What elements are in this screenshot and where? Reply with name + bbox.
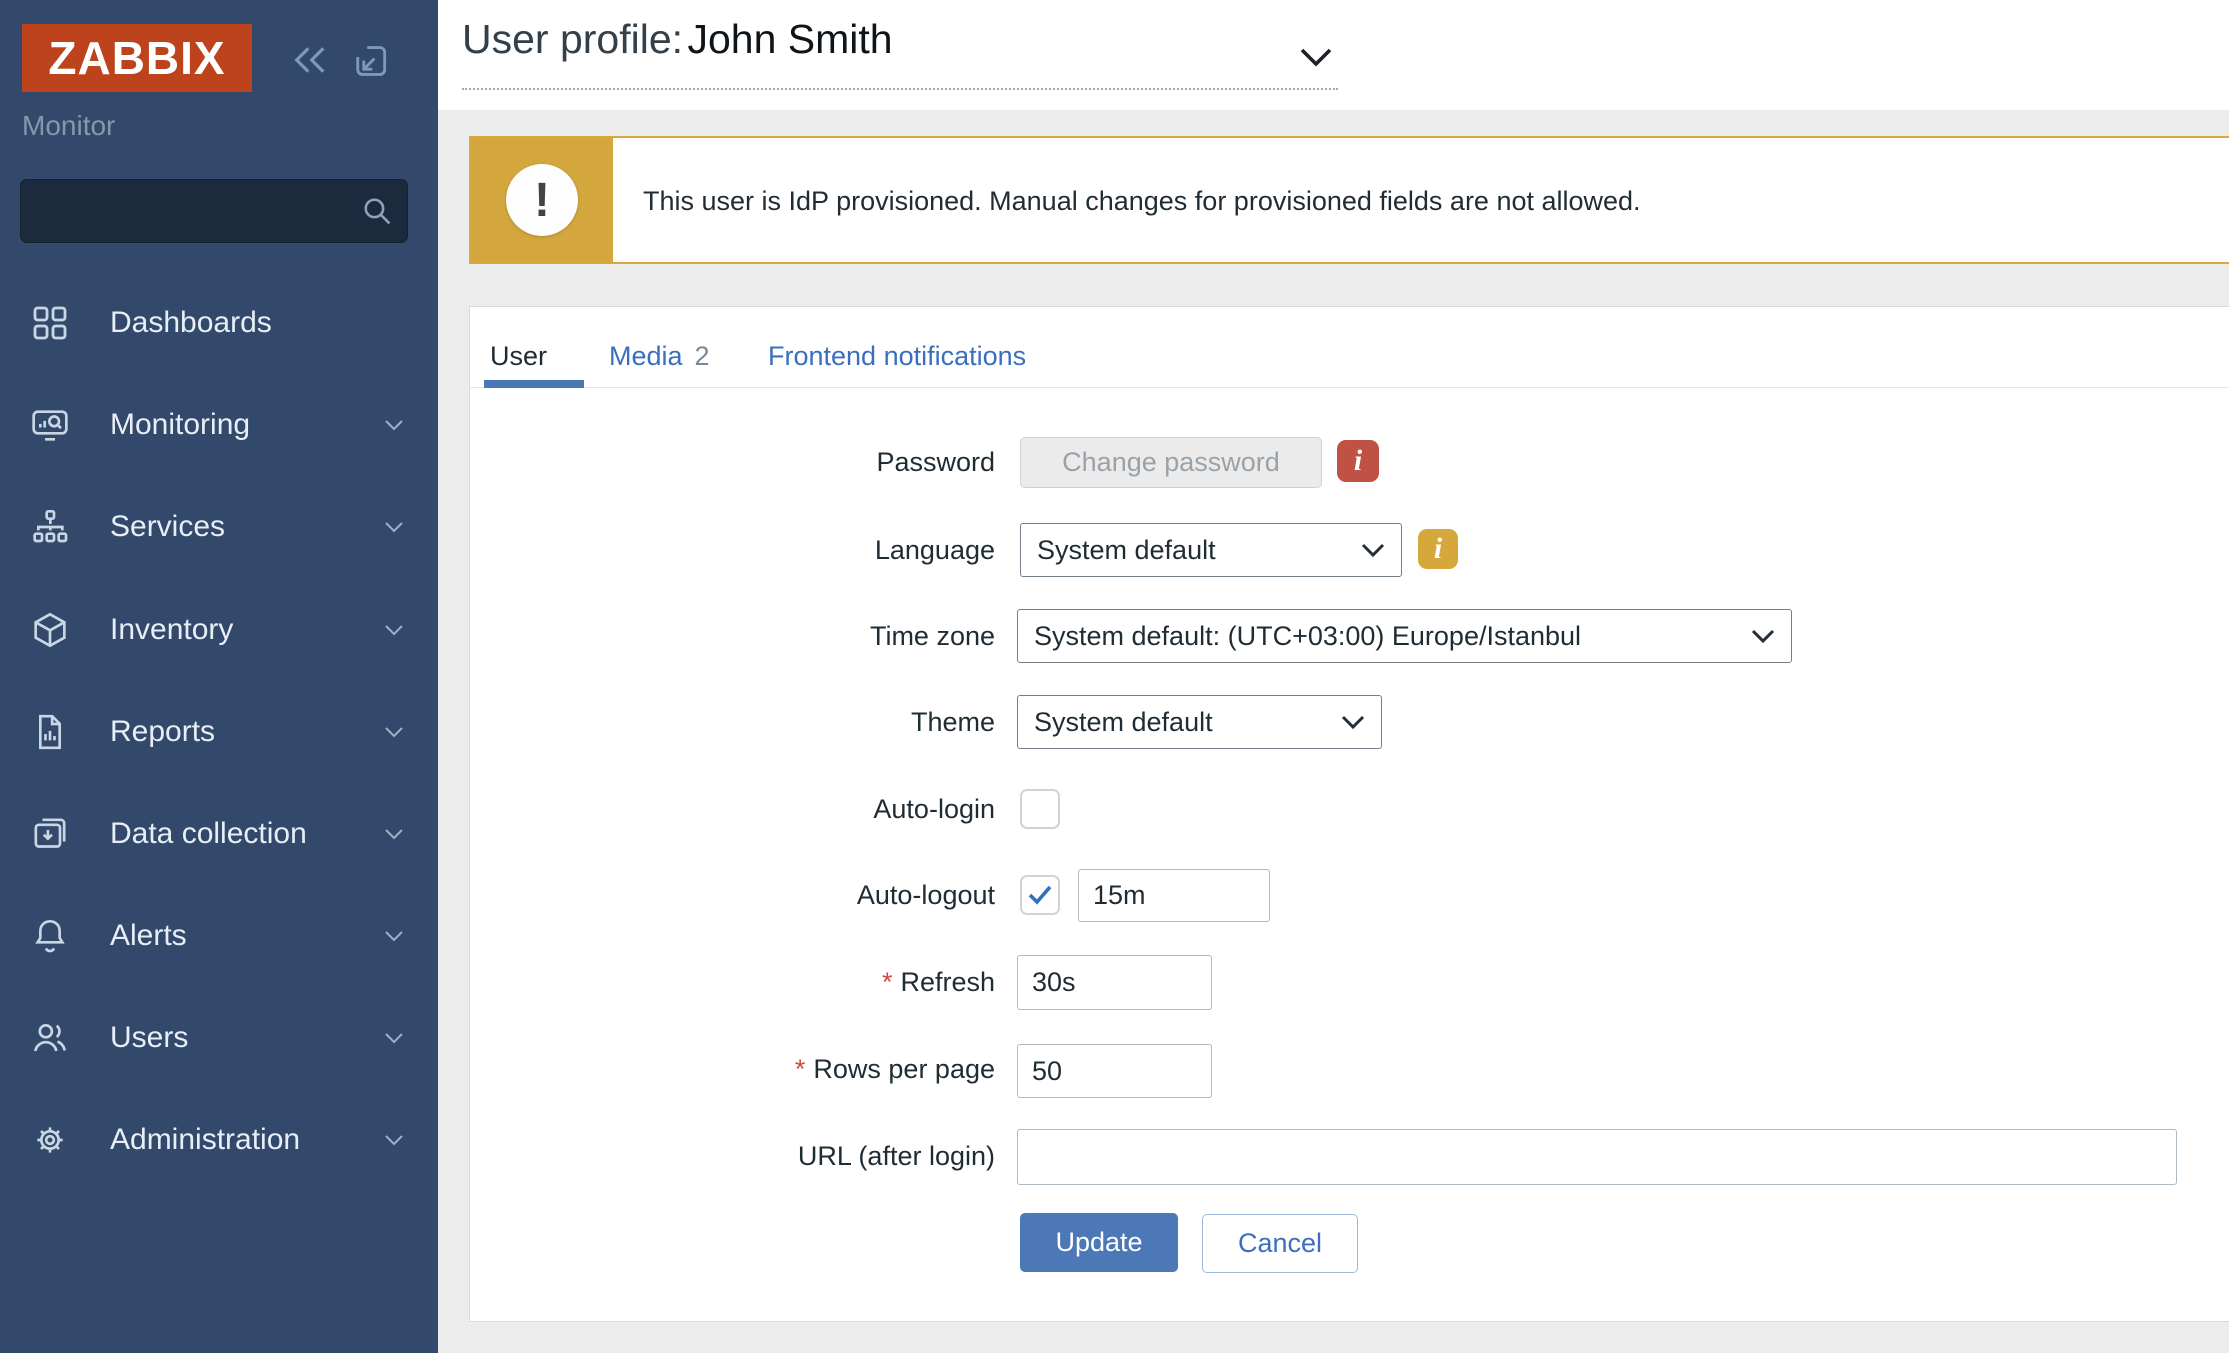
refresh-input[interactable] bbox=[1017, 955, 1212, 1010]
warning-icon: ! bbox=[506, 164, 578, 236]
sidebar-item-label: Monitoring bbox=[110, 408, 250, 442]
autologout-input[interactable] bbox=[1078, 869, 1270, 922]
dashboards-icon bbox=[28, 301, 72, 345]
password-restricted-info-icon[interactable]: i bbox=[1337, 440, 1379, 482]
sidebar-item-alerts[interactable]: Alerts bbox=[0, 900, 438, 972]
url-after-login-label: URL (after login) bbox=[495, 1136, 995, 1176]
search-icon bbox=[359, 193, 395, 229]
sidebar-item-label: Data collection bbox=[110, 817, 307, 851]
chevron-down-icon bbox=[1341, 714, 1365, 730]
page-title-name: John Smith bbox=[687, 16, 892, 62]
language-label: Language bbox=[495, 530, 995, 570]
alerts-icon bbox=[28, 914, 72, 958]
change-password-button[interactable]: Change password bbox=[1020, 437, 1322, 488]
zabbix-logo[interactable]: ZABBIX bbox=[22, 24, 252, 92]
required-asterisk: * bbox=[795, 1054, 806, 1084]
administration-icon bbox=[28, 1118, 72, 1162]
autologin-label: Auto-login bbox=[495, 789, 995, 829]
users-icon bbox=[28, 1016, 72, 1060]
update-button[interactable]: Update bbox=[1020, 1213, 1178, 1272]
chevron-down-icon bbox=[384, 1134, 404, 1146]
chevron-down-icon bbox=[384, 1032, 404, 1044]
page-title-prefix: User profile: bbox=[462, 16, 683, 62]
theme-select-value: System default bbox=[1034, 707, 1213, 738]
sidebar-item-label: Dashboards bbox=[110, 306, 272, 340]
chevron-down-icon bbox=[384, 828, 404, 840]
timezone-select-value: System default: (UTC+03:00) Europe/Istan… bbox=[1034, 621, 1581, 652]
server-name-label: Monitor bbox=[22, 110, 115, 142]
autologout-checkbox[interactable] bbox=[1020, 875, 1060, 915]
tabs-separator bbox=[470, 387, 2229, 388]
chevron-down-icon bbox=[384, 521, 404, 533]
reports-icon bbox=[28, 710, 72, 754]
active-tab-underline bbox=[484, 380, 584, 388]
sidebar-item-services[interactable]: Services bbox=[0, 491, 438, 563]
cancel-button[interactable]: Cancel bbox=[1202, 1214, 1358, 1273]
page-title-dropdown[interactable]: User profile: John Smith bbox=[462, 16, 1338, 90]
search-input[interactable] bbox=[35, 184, 359, 236]
tab-user[interactable]: User bbox=[490, 338, 547, 374]
theme-label: Theme bbox=[495, 702, 995, 742]
checkmark-icon bbox=[1025, 880, 1055, 910]
theme-select[interactable]: System default bbox=[1017, 695, 1382, 749]
hide-sidebar-icon[interactable] bbox=[352, 42, 392, 80]
sidebar-item-label: Alerts bbox=[110, 919, 187, 953]
required-asterisk: * bbox=[882, 967, 893, 997]
rows-per-page-input[interactable] bbox=[1017, 1044, 1212, 1098]
sidebar-item-reports[interactable]: Reports bbox=[0, 696, 438, 768]
sidebar-item-dashboards[interactable]: Dashboards bbox=[0, 287, 438, 359]
sidebar-item-label: Services bbox=[110, 510, 225, 544]
sidebar-item-label: Administration bbox=[110, 1123, 300, 1157]
sidebar-item-label: Users bbox=[110, 1021, 188, 1055]
services-icon bbox=[28, 505, 72, 549]
tab-media-count: 2 bbox=[695, 341, 710, 371]
language-select[interactable]: System default bbox=[1020, 523, 1402, 577]
monitoring-icon bbox=[28, 403, 72, 447]
sidebar-item-inventory[interactable]: Inventory bbox=[0, 594, 438, 666]
collapse-sidebar-icon[interactable] bbox=[288, 40, 332, 80]
timezone-label: Time zone bbox=[495, 616, 995, 656]
warning-message: This user is IdP provisioned. Manual cha… bbox=[643, 186, 1641, 217]
language-select-value: System default bbox=[1037, 535, 1216, 566]
tab-media[interactable]: Media 2 bbox=[609, 338, 710, 374]
chevron-down-icon bbox=[384, 726, 404, 738]
chevron-down-icon bbox=[1361, 542, 1385, 558]
data-collection-icon bbox=[28, 812, 72, 856]
url-after-login-input[interactable] bbox=[1017, 1129, 2177, 1185]
refresh-label: *Refresh bbox=[495, 962, 995, 1002]
language-hint-info-icon[interactable]: i bbox=[1418, 529, 1458, 569]
autologin-checkbox[interactable] bbox=[1020, 789, 1060, 829]
sidebar-search[interactable] bbox=[20, 179, 408, 243]
chevron-down-icon bbox=[384, 419, 404, 431]
chevron-down-icon bbox=[384, 624, 404, 636]
chevron-down-icon bbox=[1751, 628, 1775, 644]
sidebar-item-monitoring[interactable]: Monitoring bbox=[0, 389, 438, 461]
password-label: Password bbox=[495, 442, 995, 482]
tab-media-label: Media bbox=[609, 341, 683, 371]
sidebar-item-data-collection[interactable]: Data collection bbox=[0, 798, 438, 870]
rows-per-page-label: *Rows per page bbox=[495, 1049, 995, 1089]
inventory-icon bbox=[28, 608, 72, 652]
sidebar: ZABBIX Monitor Dashboards bbox=[0, 0, 438, 1353]
tab-frontend-notifications[interactable]: Frontend notifications bbox=[768, 338, 1026, 374]
sidebar-item-administration[interactable]: Administration bbox=[0, 1104, 438, 1176]
sidebar-item-users[interactable]: Users bbox=[0, 1002, 438, 1074]
sidebar-item-label: Reports bbox=[110, 715, 215, 749]
timezone-select[interactable]: System default: (UTC+03:00) Europe/Istan… bbox=[1017, 609, 1792, 663]
title-chevron-down-icon[interactable] bbox=[1298, 44, 1334, 70]
sidebar-item-label: Inventory bbox=[110, 613, 233, 647]
chevron-down-icon bbox=[384, 930, 404, 942]
autologout-label: Auto-logout bbox=[495, 875, 995, 915]
